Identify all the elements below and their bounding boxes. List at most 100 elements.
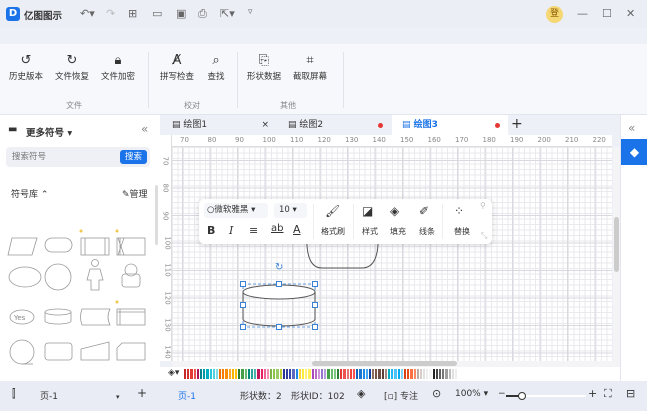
color-swatch[interactable] [241, 369, 244, 379]
color-swatch[interactable] [330, 369, 333, 379]
color-swatch[interactable] [209, 369, 212, 379]
color-swatch[interactable] [215, 369, 219, 379]
color-swatch[interactable] [448, 369, 451, 379]
color-swatch[interactable] [451, 369, 454, 379]
fill-panel-button[interactable]: ◆ [621, 139, 647, 165]
collapse-toolbar-icon[interactable]: ⤡ [481, 231, 487, 241]
manage-button[interactable]: ✎管理 [122, 187, 148, 200]
font-color-button[interactable]: A [293, 223, 301, 236]
resize-handle[interactable] [276, 324, 282, 330]
color-swatch[interactable] [190, 369, 193, 379]
color-swatch[interactable] [365, 369, 368, 379]
color-swatch[interactable] [372, 369, 375, 379]
minimize-icon[interactable]: — [577, 7, 588, 20]
color-swatch[interactable] [407, 369, 410, 379]
shape-library-grid[interactable]: Yes [0, 205, 155, 381]
color-swatch[interactable] [388, 369, 391, 379]
color-swatch[interactable] [391, 369, 394, 379]
color-swatch[interactable] [260, 369, 263, 379]
color-swatch[interactable] [228, 369, 231, 379]
color-swatch[interactable] [257, 369, 260, 379]
color-swatch[interactable] [375, 369, 378, 379]
color-swatch[interactable] [397, 369, 400, 379]
format-painter-button[interactable]: 🖌︎ 格式刷 [317, 199, 347, 244]
zoom-slider[interactable] [506, 392, 586, 400]
resize-handle[interactable] [240, 302, 246, 308]
color-swatch[interactable] [235, 369, 238, 379]
zoom-in-icon[interactable]: + [588, 387, 597, 400]
more-icon[interactable]: ▿ [248, 7, 253, 17]
search-input[interactable] [12, 150, 112, 164]
zoom-slider-knob[interactable] [518, 392, 526, 400]
close-icon[interactable]: ✕ [626, 7, 635, 20]
drawing-canvas[interactable]: ↻ [172, 147, 612, 361]
scroll-thumb[interactable] [312, 361, 457, 366]
color-swatch[interactable] [321, 369, 324, 379]
zoom-select[interactable]: 100% ▾ [455, 389, 488, 399]
new-icon[interactable]: ⊞ [128, 7, 137, 20]
layers-icon[interactable]: ◈ [357, 387, 365, 400]
style-button[interactable]: ◪ 样式 [357, 199, 382, 244]
color-swatch[interactable] [359, 369, 362, 379]
doc-tab-2[interactable]: ▤ 绘图2 [276, 115, 391, 135]
color-swatch[interactable] [222, 369, 225, 379]
color-swatch[interactable] [352, 369, 356, 379]
color-swatch[interactable] [413, 369, 416, 379]
undo-icon[interactable]: ↶▾ [80, 7, 95, 20]
color-swatch[interactable] [219, 369, 222, 379]
page-tab[interactable]: 页-1 [178, 389, 196, 402]
color-swatch[interactable] [203, 369, 206, 379]
color-swatch[interactable] [432, 369, 435, 379]
library-toggle[interactable]: 符号库 ⌃ [11, 187, 48, 200]
color-swatch[interactable] [340, 369, 343, 379]
color-swatch[interactable] [295, 369, 298, 379]
color-swatch[interactable] [244, 369, 247, 379]
color-swatch[interactable] [238, 369, 241, 379]
color-swatch[interactable] [276, 369, 279, 379]
pin-icon[interactable]: ⚲ [480, 201, 486, 210]
avatar[interactable]: 登 [546, 6, 563, 23]
color-swatch[interactable] [327, 369, 330, 379]
color-swatch[interactable] [356, 369, 359, 379]
color-swatch[interactable] [343, 369, 346, 379]
bold-button[interactable]: B [207, 224, 215, 237]
zoom-out-icon[interactable]: − [498, 389, 506, 399]
color-swatch[interactable] [282, 369, 285, 379]
color-swatch[interactable] [429, 369, 432, 379]
color-swatch[interactable] [442, 369, 445, 379]
doc-tab-3[interactable]: ▤ 绘图3 [392, 115, 508, 135]
more-symbols-dropdown[interactable]: 更多符号 ▾ [26, 125, 72, 139]
color-swatch[interactable] [289, 369, 292, 379]
file-encrypt-button[interactable]: 🔒︎ 文件加密 [94, 52, 142, 82]
color-swatch[interactable] [454, 369, 458, 379]
resize-handle[interactable] [312, 302, 318, 308]
color-swatch[interactable] [368, 369, 372, 379]
color-swatch[interactable] [337, 369, 340, 379]
color-swatch[interactable] [184, 369, 187, 379]
color-swatch[interactable] [308, 369, 311, 379]
color-swatch[interactable] [273, 369, 276, 379]
italic-button[interactable]: I [229, 224, 233, 237]
color-swatch[interactable] [247, 369, 250, 379]
color-swatch[interactable] [439, 369, 442, 379]
color-swatch[interactable] [263, 369, 266, 379]
color-swatch[interactable] [333, 369, 336, 379]
underline-button[interactable]: ab [271, 223, 283, 234]
align-button[interactable]: ≡ [249, 224, 258, 237]
redo-icon[interactable]: ↷ [106, 7, 115, 20]
maximize-icon[interactable]: ☐ [602, 7, 612, 20]
color-swatch[interactable] [254, 369, 257, 379]
color-swatch[interactable] [410, 369, 413, 379]
search-button[interactable]: 搜索 [119, 150, 147, 164]
resize-handle[interactable] [276, 281, 282, 287]
color-swatch[interactable] [445, 369, 448, 379]
color-swatch[interactable] [301, 369, 305, 379]
color-swatch[interactable] [270, 369, 273, 379]
color-swatch[interactable] [435, 369, 438, 379]
color-swatch[interactable] [346, 369, 349, 379]
page-select[interactable]: 页-1 ▾ [40, 389, 120, 402]
color-swatch[interactable] [231, 369, 234, 379]
resize-handle[interactable] [240, 324, 246, 330]
find-button[interactable]: ⌕ 查找 [192, 52, 240, 82]
file-recover-button[interactable]: ↻ 文件恢复 [48, 52, 96, 82]
